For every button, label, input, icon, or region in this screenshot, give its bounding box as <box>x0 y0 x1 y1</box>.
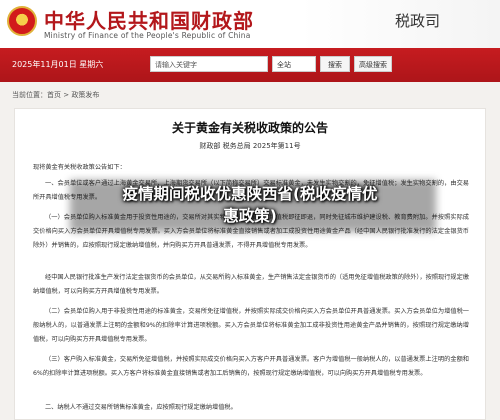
document-title: 关于黄金有关税收政策的公告 <box>171 121 328 135</box>
current-date: 2025年11月01日 星期六 <box>12 60 104 69</box>
breadcrumb-home[interactable]: 首页 <box>47 91 61 99</box>
document-paragraph: 二、纳税人不通过交易所销售标准黄金，应按照现行规定缴纳增值税。 <box>45 404 237 411</box>
top-bar: 2025年11月01日 星期六 请输入关键字 全站 搜索 高级搜索 <box>0 48 500 82</box>
overlay-headline: 疫情期间税收优惠陕西省(税收疫情优 惠政策) <box>46 183 454 227</box>
document-paragraph: （二）会员单位购入用于非投资性用途的标准黄金，交易所免征增值税，并按照实际成交价… <box>33 308 469 343</box>
department-name[interactable]: 税政司 <box>395 10 440 31</box>
breadcrumb-section[interactable]: 政策发布 <box>71 91 99 99</box>
document-paragraph: （三）客户购入标准黄金，交易所免征增值税，并按照实际成交价格向买入方客户开具普通… <box>33 356 469 377</box>
search-button[interactable]: 搜索 <box>320 56 350 72</box>
overlay-headline-line2: 惠政策) <box>223 207 277 225</box>
site-title-english: Ministry of Finance of the People's Repu… <box>44 31 251 40</box>
document-paragraph: 现将黄金有关税收政策公告如下： <box>33 164 126 171</box>
document-panel: 关于黄金有关税收政策的公告 财政部 税务总局 2025年第11号 现将黄金有关税… <box>14 108 486 420</box>
site-header: 中华人民共和国财政部 Ministry of Finance of the Pe… <box>0 0 500 49</box>
document-paragraph: 经中国人民银行批准生产发行法定金银货币的会员单位，从交易所购入标准黄金，生产销售… <box>33 274 469 295</box>
search-scope-select[interactable]: 全站 <box>272 56 316 72</box>
breadcrumb: 当前位置：首页 > 政策发布 <box>12 90 99 100</box>
overlay-headline-line1: 疫情期间税收优惠陕西省(税收疫情优 <box>122 185 378 203</box>
search-input[interactable]: 请输入关键字 <box>150 56 268 72</box>
national-emblem-icon <box>7 6 37 36</box>
breadcrumb-prefix: 当前位置： <box>12 91 47 99</box>
advanced-search-button[interactable]: 高级搜索 <box>354 56 392 72</box>
breadcrumb-separator: > <box>61 91 72 99</box>
document-issuer: 财政部 税务总局 2025年第11号 <box>199 142 301 150</box>
site-title[interactable]: 中华人民共和国财政部 <box>44 5 254 34</box>
